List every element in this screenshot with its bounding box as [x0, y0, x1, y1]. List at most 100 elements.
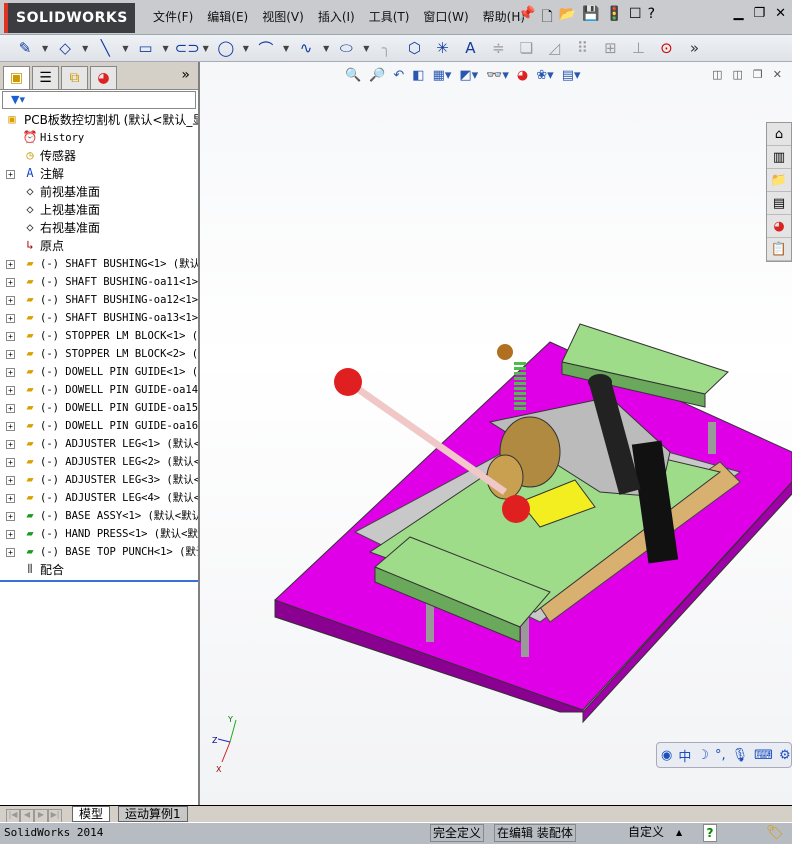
tree-item[interactable]: + ▰ (-) STOPPER LM BLOCK<1> ( — [0, 327, 198, 345]
tree-item[interactable]: + ▰ (-) ADJUSTER LEG<3> (默认< — [0, 471, 198, 489]
expand-icon[interactable]: + — [6, 404, 15, 413]
expand-icon[interactable]: + — [6, 386, 15, 395]
expand-icon[interactable]: + — [6, 368, 15, 377]
chevron-down-icon[interactable]: ▼ — [283, 44, 289, 53]
expand-icon[interactable]: + — [6, 530, 15, 539]
sketch-icon[interactable]: ✎ — [14, 39, 36, 57]
tree-item[interactable]: + ▰ (-) SHAFT BUSHING-oa13<1> — [0, 309, 198, 327]
tree-filter[interactable]: ▼▾ — [2, 91, 196, 109]
display-manager-tab[interactable]: ◕ — [90, 66, 117, 90]
slot-icon[interactable]: ⊂⊃ — [175, 39, 200, 57]
appearances-icon[interactable]: ◕ — [767, 215, 791, 238]
ime-punct-icon[interactable]: °, — [715, 748, 726, 763]
tab-motion-study[interactable]: 运动算例1 — [118, 806, 188, 822]
trim-icon[interactable]: ≑ — [487, 39, 509, 57]
circle-icon[interactable]: ◯ — [215, 39, 237, 57]
expand-icon[interactable]: + — [6, 548, 15, 557]
move-icon[interactable]: ⊞ — [599, 39, 621, 57]
tree-item[interactable]: + ▰ (-) ADJUSTER LEG<1> (默认< — [0, 435, 198, 453]
menu-file[interactable]: 文件(F) — [146, 8, 200, 25]
ime-settings-icon[interactable]: ⚙ — [779, 748, 791, 763]
tree-item[interactable]: + ▰ (-) BASE TOP PUNCH<1> (默认 — [0, 543, 198, 561]
rectangle-icon[interactable]: ▭ — [134, 39, 156, 57]
text-icon[interactable]: A — [459, 39, 481, 57]
expand-icon[interactable]: + — [6, 278, 15, 287]
repair-icon[interactable]: ⊙ — [655, 39, 677, 57]
custom-properties-icon[interactable]: 📋 — [767, 238, 791, 261]
pin-icon[interactable]: 📌 — [518, 6, 535, 30]
expand-icon[interactable]: + — [6, 296, 15, 305]
tag-icon[interactable]: 🏷 — [766, 823, 784, 843]
tree-item[interactable]: ⫴ 配合 — [0, 561, 198, 579]
tree-item[interactable]: + ▰ (-) STOPPER LM BLOCK<2> ( — [0, 345, 198, 363]
arc-icon[interactable]: ⌒ — [255, 38, 277, 59]
restore-icon[interactable]: ❐ — [753, 6, 765, 21]
tree-item[interactable]: + ▰ (-) DOWELL PIN GUIDE-oa16< — [0, 417, 198, 435]
close-icon[interactable]: ✕ — [775, 6, 786, 21]
tree-item[interactable]: + A 注解 — [0, 165, 198, 183]
ime-keyboard-icon[interactable]: ⌨ — [754, 748, 773, 763]
status-units[interactable]: 自定义 — [626, 824, 666, 842]
tree-item[interactable]: + ▰ (-) HAND PRESS<1> (默认<默 — [0, 525, 198, 543]
minimize-icon[interactable]: ▁ — [733, 6, 743, 21]
expand-icon[interactable]: + — [6, 440, 15, 449]
resources-icon[interactable]: ▥ — [767, 146, 791, 169]
rebuild-icon[interactable]: 🚦 — [606, 6, 623, 30]
expand-icon[interactable]: + — [6, 332, 15, 341]
property-manager-tab[interactable]: ☰ — [32, 66, 59, 90]
smart-dimension-icon[interactable]: ◇ — [54, 39, 76, 57]
chevron-down-icon[interactable]: ▼ — [82, 44, 88, 53]
tree-root[interactable]: ▣ PCB板数控切割机 (默认<默认_显 — [0, 111, 198, 129]
new-document-icon[interactable]: 🗋 — [541, 6, 552, 30]
tree-item[interactable]: + ▰ (-) BASE ASSY<1> (默认<默认 — [0, 507, 198, 525]
tree-item[interactable]: + ▰ (-) DOWELL PIN GUIDE-oa14< — [0, 381, 198, 399]
options-icon[interactable]: ☐ — [629, 6, 642, 30]
fillet-icon[interactable]: ╮ — [375, 39, 397, 57]
chevron-down-icon[interactable]: ▼ — [122, 44, 128, 53]
tree-item[interactable]: + ▰ (-) SHAFT BUSHING-oa11<1> — [0, 273, 198, 291]
open-icon[interactable]: 📂 — [559, 6, 576, 30]
tree-item[interactable]: ◇ 前视基准面 — [0, 183, 198, 201]
configuration-manager-tab[interactable]: ⧉ — [61, 66, 88, 90]
help-button[interactable]: ? — [648, 6, 655, 30]
model-viewport[interactable]: Y Z X — [200, 62, 792, 805]
expand-icon[interactable]: + — [6, 512, 15, 521]
tree-item[interactable]: + ▰ (-) ADJUSTER LEG<4> (默认< — [0, 489, 198, 507]
expand-icon[interactable]: + — [6, 170, 15, 179]
tree-item[interactable]: + ▰ (-) DOWELL PIN GUIDE-oa15< — [0, 399, 198, 417]
home-icon[interactable]: ⌂ — [767, 123, 791, 146]
tree-item[interactable]: + ▰ (-) SHAFT BUSHING<1> (默认< — [0, 255, 198, 273]
expand-icon[interactable]: + — [6, 494, 15, 503]
prev-tab-icon[interactable]: ◀ — [20, 809, 34, 823]
last-tab-icon[interactable]: ▶| — [48, 809, 62, 823]
chevron-down-icon[interactable]: ▼ — [42, 44, 48, 53]
menu-tools[interactable]: 工具(T) — [362, 8, 417, 25]
relations-icon[interactable]: ⊥ — [627, 39, 649, 57]
expand-icon[interactable]: + — [6, 422, 15, 431]
chevron-down-icon[interactable]: ▼ — [162, 44, 168, 53]
help-icon[interactable]: ? — [703, 824, 717, 842]
ime-moon-icon[interactable]: ☽ — [697, 748, 709, 763]
file-explorer-icon[interactable]: ▤ — [767, 192, 791, 215]
chevron-down-icon[interactable]: ▼ — [243, 44, 249, 53]
tree-item[interactable]: ↳ 原点 — [0, 237, 198, 255]
tree-item[interactable]: + ▰ (-) ADJUSTER LEG<2> (默认< — [0, 453, 198, 471]
ellipse-icon[interactable]: ⬭ — [335, 39, 357, 57]
spline-icon[interactable]: ∿ — [295, 39, 317, 57]
first-tab-icon[interactable]: |◀ — [6, 809, 20, 823]
save-icon[interactable]: 💾 — [582, 6, 599, 30]
pattern-icon[interactable]: ⠿ — [571, 39, 593, 57]
mirror-icon[interactable]: ◿ — [543, 39, 565, 57]
expand-icon[interactable]: + — [6, 314, 15, 323]
caret-up-icon[interactable]: ▲ — [676, 823, 682, 843]
chevron-down-icon[interactable]: ▼ — [363, 44, 369, 53]
chevron-down-icon[interactable]: ▼ — [203, 44, 209, 53]
tree-item[interactable]: ⏰ History — [0, 129, 198, 147]
expand-icon[interactable]: + — [6, 350, 15, 359]
tree-item[interactable]: ◷ 传感器 — [0, 147, 198, 165]
line-icon[interactable]: ╲ — [94, 39, 116, 57]
menu-edit[interactable]: 编辑(E) — [200, 8, 255, 25]
design-library-icon[interactable]: 📁 — [767, 169, 791, 192]
solidworks-logo[interactable]: SOLIDWORKS — [4, 3, 135, 33]
ime-language[interactable]: 中 — [678, 746, 691, 765]
